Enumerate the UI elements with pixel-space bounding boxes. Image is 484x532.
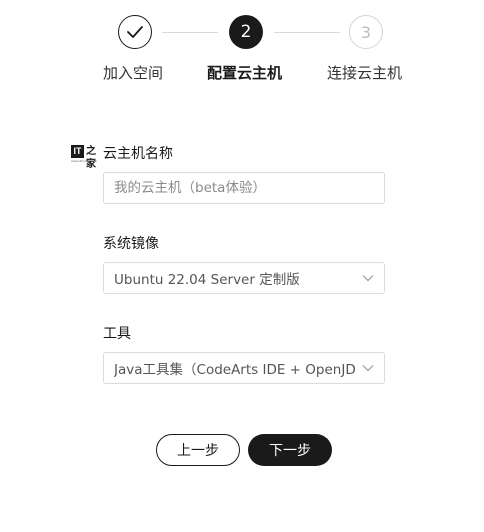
step-1-completed-indicator [118, 15, 152, 49]
step-connector-1 [162, 32, 218, 33]
tools-value: Java工具集（CodeArts IDE + OpenJDK） [114, 362, 356, 378]
next-step-button[interactable]: 下一步 [248, 434, 332, 466]
system-image-select[interactable]: Ubuntu 22.04 Server 定制版 [103, 262, 385, 294]
host-name-label: 云主机名称 [103, 146, 173, 162]
watermark-mark: IT [71, 145, 84, 158]
step-2-indicator: 2 [229, 15, 263, 49]
ithome-watermark-logo: IT 之家 www.ithome.com [71, 145, 101, 170]
step-connector-2 [274, 32, 340, 33]
step-1-label: 加入空间 [103, 64, 164, 82]
step-3-label: 连接云主机 [327, 64, 403, 82]
system-image-value: Ubuntu 22.04 Server 定制版 [114, 272, 300, 288]
check-icon [127, 26, 143, 38]
tools-select[interactable]: Java工具集（CodeArts IDE + OpenJDK） [103, 352, 385, 384]
watermark-url: www.ithome.com [71, 159, 97, 163]
watermark-name: 之家 [86, 146, 96, 170]
chevron-down-icon [362, 275, 374, 282]
host-name-field-wrapper [103, 172, 385, 204]
previous-step-button[interactable]: 上一步 [156, 434, 240, 466]
host-name-input[interactable] [114, 180, 356, 196]
chevron-down-icon [362, 365, 374, 372]
step-3-indicator: 3 [349, 15, 383, 49]
tools-label: 工具 [103, 326, 131, 342]
step-2-label: 配置云主机 [207, 64, 283, 82]
system-image-label: 系统镜像 [103, 236, 159, 252]
